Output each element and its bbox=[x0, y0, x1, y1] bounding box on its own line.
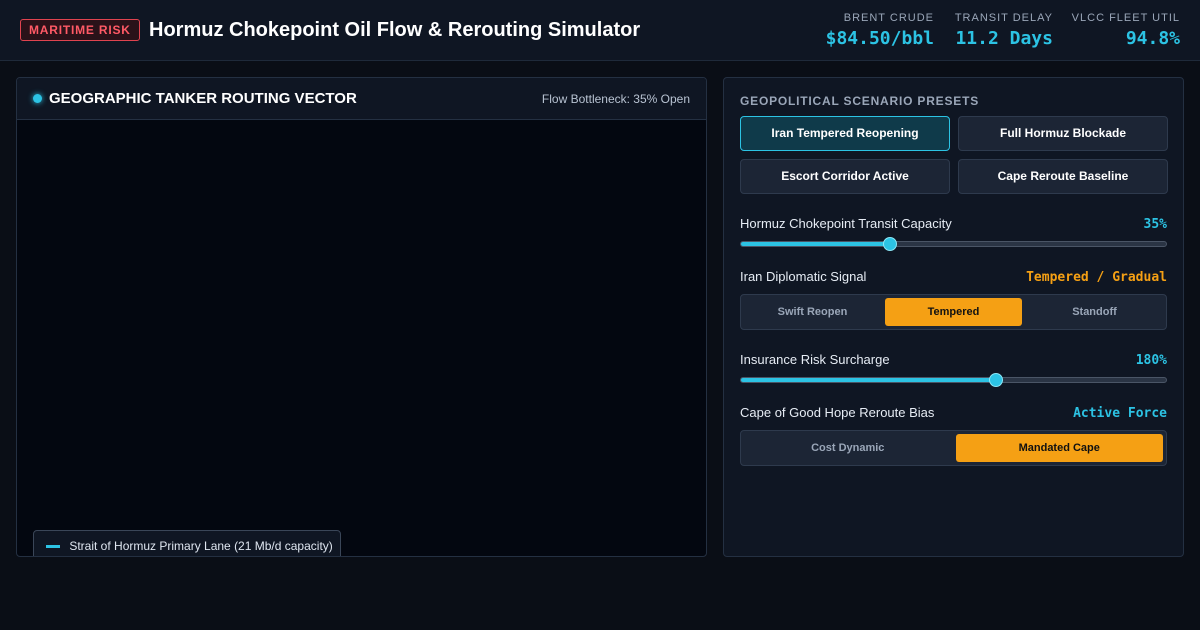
cape-reroute-label: Cape of Good Hope Reroute Bias bbox=[740, 405, 935, 420]
insurance-surcharge-slider[interactable] bbox=[740, 373, 1167, 387]
presets-section-title: GEOPOLITICAL SCENARIO PRESETS bbox=[740, 94, 980, 108]
slider-fill bbox=[741, 242, 890, 246]
legend-label: Strait of Hormuz Primary Lane (21 Mb/d c… bbox=[69, 539, 333, 553]
live-status-dot-icon bbox=[33, 94, 42, 103]
preset-full-hormuz-blockade[interactable]: Full Hormuz Blockade bbox=[958, 116, 1168, 151]
map-legend: Strait of Hormuz Primary Lane (21 Mb/d c… bbox=[33, 530, 341, 556]
transit-capacity-label: Hormuz Chokepoint Transit Capacity bbox=[740, 216, 952, 231]
transit-capacity-value: 35% bbox=[1143, 217, 1167, 232]
scenario-control-panel: GEOPOLITICAL SCENARIO PRESETS Iran Tempe… bbox=[723, 77, 1184, 557]
signal-option-standoff[interactable]: Standoff bbox=[1026, 298, 1163, 326]
preset-escort-corridor-active[interactable]: Escort Corridor Active bbox=[740, 159, 950, 194]
cape-option-cost-dynamic[interactable]: Cost Dynamic bbox=[744, 434, 952, 462]
preset-cape-reroute-baseline[interactable]: Cape Reroute Baseline bbox=[958, 159, 1168, 194]
routing-map-panel: GEOGRAPHIC TANKER ROUTING VECTOR Flow Bo… bbox=[16, 77, 707, 557]
maritime-risk-badge: MARITIME RISK bbox=[20, 19, 140, 41]
map-canvas[interactable] bbox=[17, 120, 706, 556]
diplomatic-signal-selector: Swift Reopen Tempered Standoff bbox=[740, 294, 1167, 330]
metric-label: TRANSIT DELAY bbox=[954, 12, 1053, 24]
flow-bottleneck-status: Flow Bottleneck: 35% Open bbox=[541, 92, 690, 106]
metric-label: BRENT CRUDE bbox=[843, 12, 934, 24]
diplomatic-signal-label: Iran Diplomatic Signal bbox=[740, 269, 867, 284]
signal-option-swift-reopen[interactable]: Swift Reopen bbox=[744, 298, 881, 326]
preset-iran-tempered-reopening[interactable]: Iran Tempered Reopening bbox=[740, 116, 950, 151]
metric-vlcc-fleet-util: VLCC FLEET UTIL 94.8% bbox=[1072, 12, 1180, 51]
app-header: MARITIME RISK Hormuz Chokepoint Oil Flow… bbox=[0, 0, 1200, 61]
metric-value: 11.2 Days bbox=[955, 28, 1053, 49]
insurance-surcharge-label: Insurance Risk Surcharge bbox=[740, 352, 890, 367]
signal-option-tempered[interactable]: Tempered bbox=[885, 298, 1022, 326]
metric-value: 94.8% bbox=[1125, 28, 1180, 49]
legend-swatch-icon bbox=[46, 545, 60, 549]
page-title: Hormuz Chokepoint Oil Flow & Rerouting S… bbox=[149, 19, 641, 41]
cape-reroute-value: Active Force bbox=[1073, 406, 1167, 421]
transit-capacity-slider[interactable] bbox=[740, 237, 1167, 251]
metric-label: VLCC FLEET UTIL bbox=[1071, 12, 1180, 24]
metric-brent-crude: BRENT CRUDE $84.50/bbl bbox=[826, 12, 934, 51]
diplomatic-signal-value: Tempered / Gradual bbox=[1026, 270, 1167, 285]
metric-value: $84.50/bbl bbox=[825, 28, 934, 49]
cape-reroute-selector: Cost Dynamic Mandated Cape bbox=[740, 430, 1167, 466]
cape-option-mandated-cape[interactable]: Mandated Cape bbox=[955, 434, 1163, 462]
slider-thumb[interactable] bbox=[882, 237, 897, 251]
map-panel-header: GEOGRAPHIC TANKER ROUTING VECTOR Flow Bo… bbox=[17, 78, 706, 120]
metric-transit-delay: TRANSIT DELAY 11.2 Days bbox=[955, 12, 1053, 51]
slider-thumb[interactable] bbox=[989, 373, 1003, 387]
slider-fill bbox=[741, 378, 996, 382]
insurance-surcharge-value: 180% bbox=[1135, 353, 1167, 368]
map-title: GEOGRAPHIC TANKER ROUTING VECTOR bbox=[49, 90, 357, 107]
